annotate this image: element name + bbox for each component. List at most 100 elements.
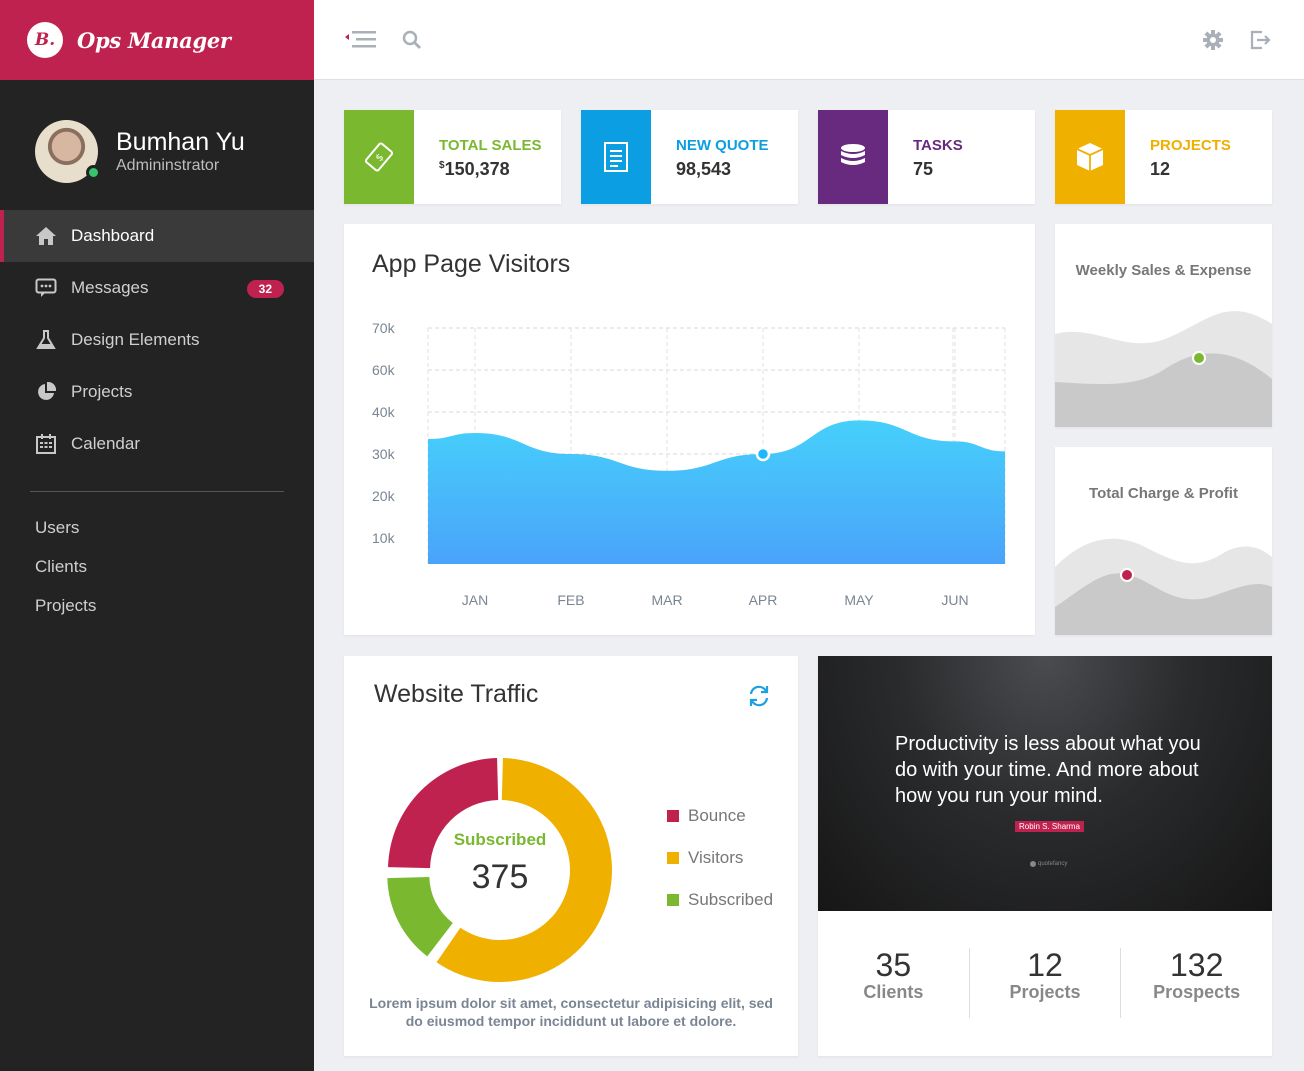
gear-icon[interactable] [1201,28,1225,52]
traffic-legend: Bounce Visitors Subscribed [667,795,773,921]
stat-label: TASKS [913,137,963,154]
visitors-chart-card: App Page Visitors 70k 60k 40k 30k 20k 10k JAN F… [344,224,1035,635]
nav-item-dashboard[interactable]: Dashboard [0,210,314,262]
donut-center-value: 375 [471,858,529,896]
search-icon[interactable] [400,28,424,52]
document-icon [581,110,651,204]
visitors-area [428,420,1005,564]
secondary-nav: Users Clients Projects [35,508,96,625]
home-icon [35,225,57,247]
total-charge-dot[interactable] [1120,568,1134,582]
counter-value: 132 [1169,947,1224,983]
stat-card-tasks[interactable]: TASKS 75 [818,110,1035,204]
counter-projects[interactable]: 12 Projects [968,947,1121,1018]
visitors-area-chart: 70k 60k 40k 30k 20k 10k JAN FEB MAR APR MAY JUN [372,320,1006,608]
website-traffic-title: Website Traffic [374,680,539,708]
stat-card-projects[interactable]: PROJECTS 12 [1055,110,1272,204]
money-icon: $ [344,110,414,204]
legend-label: Visitors [688,848,744,867]
y-tick-label: 20k [372,488,396,504]
quote-image: Productivity is less about what you do w… [818,656,1272,911]
nav-item-messages[interactable]: Messages 32 [0,262,314,314]
nav-divider [30,491,284,492]
brand-logo: B. [27,22,63,58]
user-role: Admininstrator [116,156,220,174]
legend-swatch-subscribed [667,894,679,906]
nav-label: Projects [71,382,133,401]
total-charge-card: Total Charge & Profit [1055,447,1272,635]
quote-text: Productivity is less about what you do w… [895,733,1201,807]
stat-value: $150,378 [439,159,510,179]
subnav-projects[interactable]: Projects [35,586,96,625]
website-traffic-card: Website Traffic Subscribed 375 Bounce Vi… [344,656,798,1056]
weekly-sales-card: Weekly Sales & Expense [1055,224,1272,427]
stat-card-new-quote[interactable]: NEW QUOTE 98,543 [581,110,798,204]
database-icon [818,110,888,204]
counter-label: Prospects [1153,982,1241,1002]
stat-value: 75 [913,159,934,179]
pie-icon [35,381,57,403]
counter-label: Clients [863,982,924,1002]
legend-swatch-visitors [667,852,679,864]
traffic-description: Lorem ipsum dolor sit amet, consectetur … [369,995,773,1029]
legend-label: Subscribed [688,890,774,909]
donut-center-label: Subscribed [453,830,547,849]
nav-item-calendar[interactable]: Calendar [0,418,314,470]
stat-value: 12 [1150,159,1171,179]
brand-name: Ops Manager [77,27,231,53]
stat-card-total-sales[interactable]: $ TOTAL SALES $150,378 [344,110,561,204]
y-tick-label: 70k [372,320,396,336]
nav-label: Messages [71,278,149,297]
counter-value: 35 [875,947,912,983]
brand[interactable]: B. Ops Manager [0,0,314,80]
weekly-sales-dot[interactable] [1192,351,1206,365]
counters-row: 35 Clients 12 Projects 132 Prospects [818,948,1272,1018]
messages-badge: 32 [246,280,284,298]
subnav-users[interactable]: Users [35,508,96,547]
nav-item-projects[interactable]: Projects [0,366,314,418]
menu-toggle-icon[interactable] [342,28,378,52]
stat-label: TOTAL SALES [439,137,542,154]
sidebar: B. Ops Manager Bumhan Yu Admininstrator … [0,0,314,1071]
stat-value: 98,543 [676,159,732,179]
legend-item: Subscribed [667,879,773,921]
stat-label: NEW QUOTE [676,137,769,154]
counter-label: Projects [1009,982,1081,1002]
legend-swatch-bounce [667,810,679,822]
nav-label: Design Elements [71,330,200,349]
weekly-sales-wave [1055,311,1272,427]
subnav-clients[interactable]: Clients [35,547,96,586]
nav-label: Dashboard [71,226,155,245]
y-tick-label: 30k [372,446,396,462]
x-tick-label: MAR [651,592,682,608]
x-tick-label: FEB [557,592,584,608]
nav-label: Calendar [71,434,140,453]
quote-author: Robin S. Sharma [1015,821,1084,832]
topbar [314,0,1304,80]
legend-item: Visitors [667,837,773,879]
quote-card: Productivity is less about what you do w… [818,656,1272,1056]
online-status-dot [86,165,101,180]
y-tick-label: 40k [372,404,396,420]
refresh-icon[interactable] [748,685,770,712]
y-tick-label: 60k [372,362,396,378]
quote-source: quotefancy [1030,861,1067,867]
x-tick-label: APR [749,592,778,608]
quote-source-icon [1030,861,1036,867]
chat-icon [35,277,57,299]
user-profile[interactable]: Bumhan Yu Admininstrator [35,120,245,183]
highlight-point[interactable] [755,446,771,462]
main-nav: Dashboard Messages 32 Design Elements Pr… [0,210,314,470]
logout-icon[interactable] [1249,28,1273,52]
total-charge-wave [1055,538,1272,635]
counter-prospects[interactable]: 132 Prospects [1120,948,1272,1018]
x-tick-label: JAN [462,592,488,608]
counter-clients[interactable]: 35 Clients [818,948,969,1018]
flask-icon [35,329,57,351]
nav-item-design-elements[interactable]: Design Elements [0,314,314,366]
stat-label: PROJECTS [1150,137,1231,154]
counter-value: 12 [1027,947,1063,983]
x-tick-label: JUN [941,592,968,608]
x-tick-label: MAY [844,592,874,608]
calendar-icon [35,433,57,455]
